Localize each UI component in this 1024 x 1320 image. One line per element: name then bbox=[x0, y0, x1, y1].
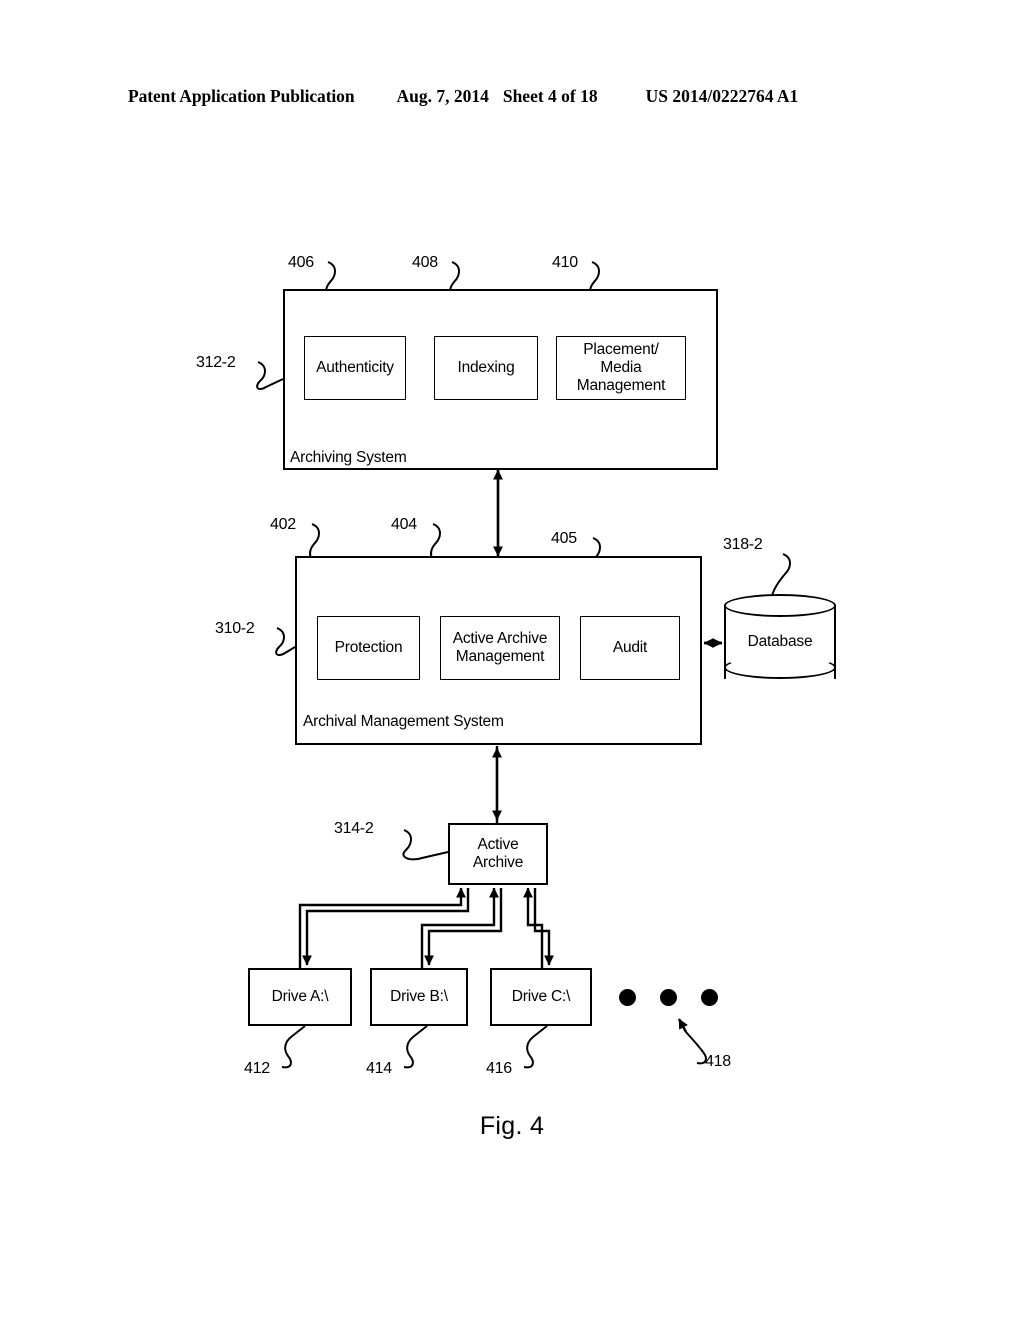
placement-media-management-label: Placement/ Media Management bbox=[576, 340, 666, 395]
drive-a-label: Drive A:\ bbox=[271, 987, 329, 1005]
ref-410: 410 bbox=[552, 254, 578, 271]
figure-caption: Fig. 4 bbox=[479, 1112, 545, 1140]
ref-408: 408 bbox=[412, 254, 438, 271]
patent-header: Patent Application Publication Aug. 7, 2… bbox=[128, 86, 896, 112]
ref-414: 414 bbox=[366, 1060, 392, 1077]
database-cylinder: Database bbox=[724, 594, 836, 690]
header-publication-title: Patent Application Publication bbox=[128, 86, 355, 106]
indexing-label: Indexing bbox=[457, 358, 515, 376]
header-sheet-number: Sheet 4 of 18 bbox=[502, 86, 598, 106]
ref-314-2: 314-2 bbox=[334, 820, 374, 837]
ref-405: 405 bbox=[551, 530, 577, 547]
active-archive-management-label: Active Archive Management bbox=[452, 629, 548, 665]
protection-label: Protection bbox=[334, 638, 403, 656]
archiving-system-title: Archiving System bbox=[290, 449, 407, 466]
additional-drives-dot-3 bbox=[701, 989, 718, 1006]
ref-318-2: 318-2 bbox=[723, 536, 763, 553]
header-patent-number: US 2014/0222764 A1 bbox=[645, 86, 799, 106]
authenticity-label: Authenticity bbox=[316, 358, 394, 376]
patent-figure-page: Patent Application Publication Aug. 7, 2… bbox=[0, 0, 1024, 1320]
additional-drives-dot-1 bbox=[619, 989, 636, 1006]
active-archive-label: Active Archive bbox=[472, 835, 524, 871]
header-date: Aug. 7, 2014 bbox=[396, 86, 489, 106]
ref-412: 412 bbox=[244, 1060, 270, 1077]
ref-406: 406 bbox=[288, 254, 314, 271]
drive-c-label: Drive C:\ bbox=[511, 987, 571, 1005]
database-label: Database bbox=[747, 633, 813, 650]
ref-404: 404 bbox=[391, 516, 417, 533]
archival-management-system-title: Archival Management System bbox=[303, 713, 504, 730]
ref-416: 416 bbox=[486, 1060, 512, 1077]
ref-402: 402 bbox=[270, 516, 296, 533]
drive-b-label: Drive B:\ bbox=[390, 987, 448, 1005]
ref-418: 418 bbox=[705, 1053, 731, 1070]
additional-drives-dot-2 bbox=[660, 989, 677, 1006]
audit-label: Audit bbox=[612, 638, 648, 656]
ref-310-2: 310-2 bbox=[215, 620, 255, 637]
ref-312-2: 312-2 bbox=[196, 354, 236, 371]
